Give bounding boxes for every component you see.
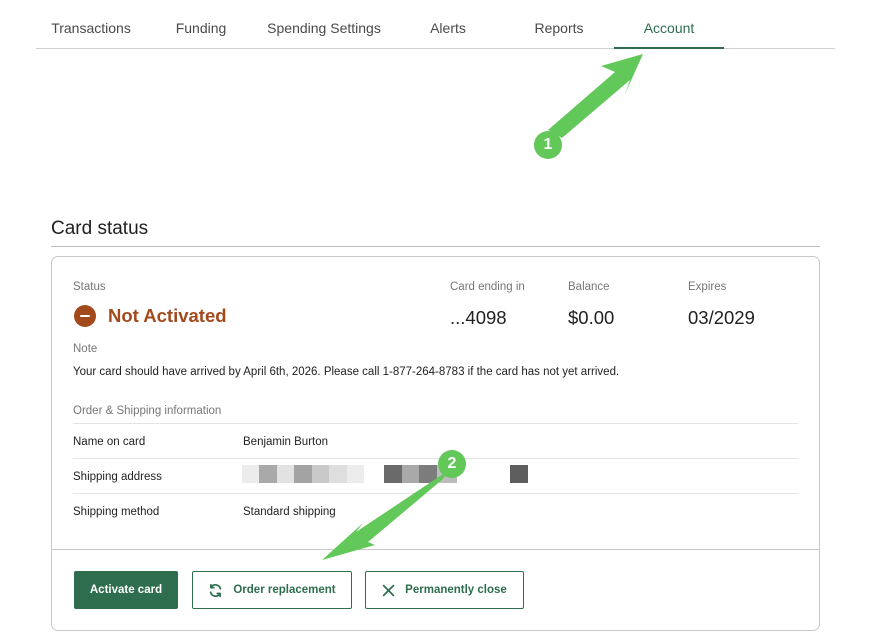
activate-card-button[interactable]: Activate card: [74, 571, 178, 609]
shipping-method-label: Shipping method: [73, 506, 160, 518]
footer-divider: [52, 549, 819, 550]
permanently-close-label: Permanently close: [405, 584, 507, 596]
tab-account[interactable]: Account: [614, 0, 724, 49]
expires-value: 03/2029: [688, 307, 755, 328]
tab-transactions[interactable]: Transactions: [36, 0, 146, 48]
name-on-card-value: Benjamin Burton: [243, 436, 329, 448]
tab-spending-settings[interactable]: Spending Settings: [256, 0, 392, 48]
minus-circle-icon: [74, 305, 96, 327]
card-ending-value: ...4098: [450, 307, 507, 328]
refresh-icon: [208, 583, 223, 598]
section-divider: [51, 246, 820, 247]
card-status-panel: Status Not Activated Card ending in ...4…: [51, 256, 820, 631]
balance-value: $0.00: [568, 307, 615, 328]
close-icon: [382, 584, 395, 597]
balance-label: Balance: [568, 281, 610, 293]
card-ending-label: Card ending in: [450, 281, 525, 293]
note-text: Your card should have arrived by April 6…: [73, 366, 620, 378]
order-replacement-label: Order replacement: [233, 584, 336, 596]
tab-bar: Transactions Funding Spending Settings A…: [36, 0, 835, 49]
info-row-name: Name on card Benjamin Burton: [73, 423, 798, 458]
expires-label: Expires: [688, 281, 727, 293]
status-indicator: Not Activated: [74, 304, 227, 328]
shipping-address-label: Shipping address: [73, 471, 162, 483]
annotation-badge-1: 1: [534, 131, 562, 159]
permanently-close-button[interactable]: Permanently close: [365, 571, 524, 609]
tab-alerts[interactable]: Alerts: [392, 0, 504, 48]
name-on-card-label: Name on card: [73, 436, 146, 448]
arrow-1-icon: [548, 54, 643, 138]
status-value: Not Activated: [108, 305, 227, 326]
info-row-method: Shipping method Standard shipping: [73, 493, 798, 528]
order-shipping-heading: Order & Shipping information: [73, 405, 222, 417]
tab-funding[interactable]: Funding: [146, 0, 256, 48]
annotation-badge-2: 2: [438, 450, 466, 478]
section-title: Card status: [51, 218, 149, 239]
shipping-method-value: Standard shipping: [243, 506, 336, 518]
activate-card-label: Activate card: [89, 584, 163, 596]
order-replacement-button[interactable]: Order replacement: [192, 571, 352, 609]
note-label: Note: [73, 343, 98, 355]
tab-reports[interactable]: Reports: [504, 0, 614, 48]
status-label: Status: [73, 281, 106, 293]
